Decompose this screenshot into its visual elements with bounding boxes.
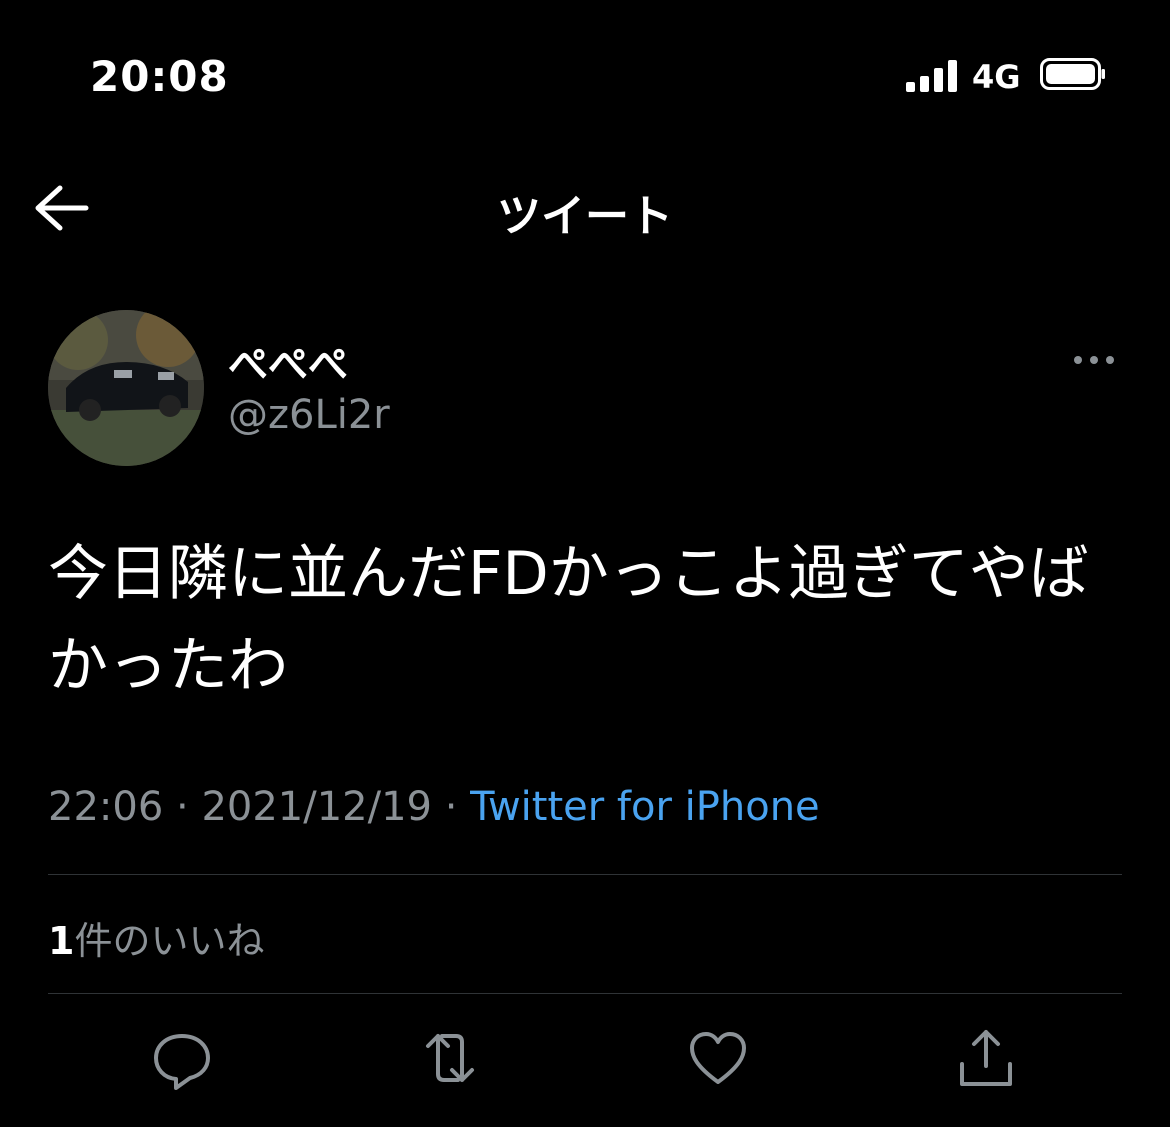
signal-icon [906,58,958,92]
page-title: ツイート [497,191,673,242]
network-type: 4G [972,58,1021,96]
author-handle[interactable]: @z6Li2r [228,392,390,438]
likes-count: 1 [48,919,75,963]
more-icon[interactable] [1070,340,1118,380]
tweet-source-link[interactable]: Twitter for iPhone [470,784,820,830]
tweet-text: 今日隣に並んだFDかっこよ過ぎてやばかったわ [48,539,1089,701]
author-name[interactable]: ぺぺぺ [228,332,348,390]
share-icon[interactable] [950,1022,1022,1094]
meta-separator: · [444,784,458,830]
likes-label: 件のいいね [74,919,265,963]
avatar[interactable] [48,310,204,466]
divider [48,993,1122,994]
meta-separator: · [176,784,189,830]
battery-icon [1040,58,1105,90]
tweet-date: 2021/12/19 [201,784,432,830]
retweet-icon[interactable] [414,1022,486,1094]
tweet-time: 22:06 [48,784,164,830]
divider [48,874,1122,875]
heart-icon[interactable] [682,1022,754,1094]
likes-summary[interactable]: 1件のいいね [48,910,264,965]
avatar-image [48,310,204,466]
tweet-meta: 22:06 · 2021/12/19 · Twitter for iPhone [48,784,820,830]
reply-icon[interactable] [146,1022,218,1094]
status-time: 20:08 [90,52,229,101]
